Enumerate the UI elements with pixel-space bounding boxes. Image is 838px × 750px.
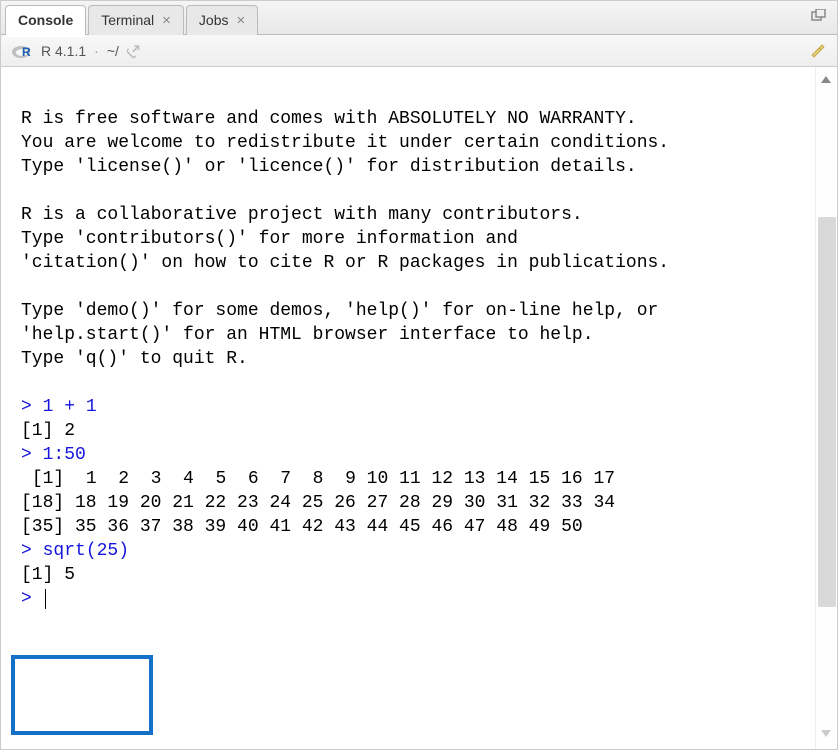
console-command: sqrt(25) xyxy=(43,541,129,561)
separator: · xyxy=(94,43,99,59)
r-version-label: R 4.1.1 xyxy=(41,43,86,59)
tab-label: Jobs xyxy=(199,12,229,28)
tab-label: Terminal xyxy=(101,12,154,28)
console-command: 1:50 xyxy=(43,445,86,465)
console-area: R is free software and comes with ABSOLU… xyxy=(1,67,837,749)
prompt-symbol: > xyxy=(21,541,32,561)
cursor xyxy=(45,589,47,609)
tab-console[interactable]: Console xyxy=(5,5,86,35)
console-command: 1 + 1 xyxy=(43,397,97,417)
prompt-symbol: > xyxy=(21,445,32,465)
scroll-down-icon[interactable] xyxy=(819,726,833,743)
maximize-icon[interactable] xyxy=(811,9,827,23)
scroll-up-icon[interactable] xyxy=(819,73,833,90)
console-output[interactable]: R is free software and comes with ABSOLU… xyxy=(1,67,815,749)
tab-jobs[interactable]: Jobs × xyxy=(186,5,258,35)
prompt-symbol: > xyxy=(21,397,32,417)
scrollbar[interactable] xyxy=(815,67,837,749)
console-result: [1] 5 xyxy=(21,565,75,585)
tab-label: Console xyxy=(18,12,73,28)
clear-console-icon[interactable] xyxy=(809,42,827,63)
tab-terminal[interactable]: Terminal × xyxy=(88,5,184,35)
close-icon[interactable]: × xyxy=(236,13,245,28)
console-result: [1] 1 2 3 4 5 6 7 8 9 10 11 12 13 14 15 … xyxy=(21,469,615,537)
console-intro-text: R is free software and comes with ABSOLU… xyxy=(21,109,669,369)
console-toolbar: R R 4.1.1 · ~/ xyxy=(1,35,837,67)
working-directory-label[interactable]: ~/ xyxy=(107,43,119,59)
scroll-thumb[interactable] xyxy=(818,217,836,607)
prompt-symbol: > xyxy=(21,589,32,609)
share-icon[interactable] xyxy=(127,44,143,58)
console-result: [1] 2 xyxy=(21,421,75,441)
tab-bar: Console Terminal × Jobs × xyxy=(1,1,837,35)
svg-text:R: R xyxy=(22,45,31,59)
r-logo-icon: R xyxy=(11,42,33,60)
close-icon[interactable]: × xyxy=(162,13,171,28)
